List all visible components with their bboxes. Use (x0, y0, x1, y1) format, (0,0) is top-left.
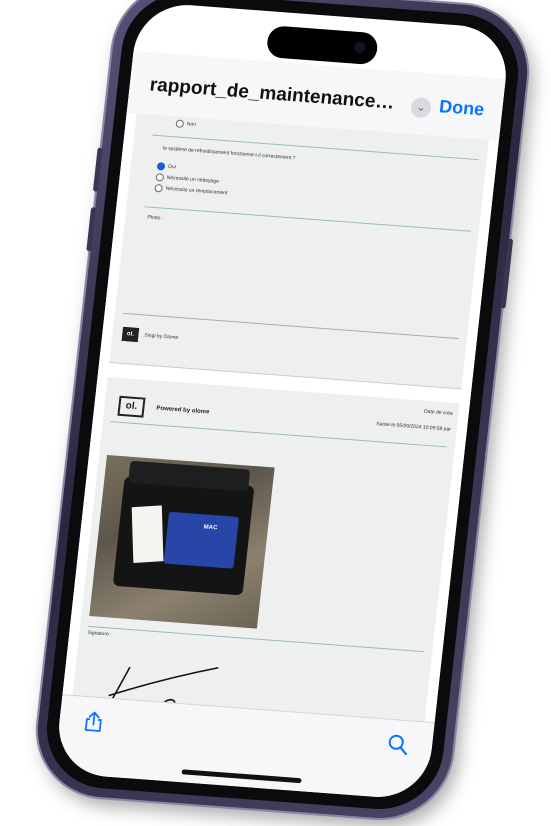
volume-button (86, 207, 97, 252)
document-title: rapport_de_maintenance_post... (148, 74, 406, 116)
question-text: le système de refroidissement fonctionne… (162, 145, 296, 162)
screen: rapport_de_maintenance_post... ⌄ Done No… (53, 1, 512, 801)
radio-button[interactable] (155, 173, 165, 182)
radio-option-non[interactable]: Non (175, 119, 196, 128)
document-view[interactable]: Non le système de refroidissement foncti… (62, 112, 499, 724)
powered-by-text: Powered by olome (156, 405, 210, 416)
phone-frame: rapport_de_maintenance_post... ⌄ Done No… (30, 0, 535, 824)
maintenance-photo: MAC (89, 454, 275, 629)
radio-option-remplacement[interactable]: Nécessite un remplacement (154, 183, 228, 197)
radio-button-selected[interactable] (156, 162, 166, 171)
paper-document (131, 505, 164, 563)
search-icon[interactable] (385, 732, 412, 758)
page-footer: ol. Singl by Olome (121, 326, 179, 345)
olome-logo: ol. (117, 395, 146, 418)
radio-button[interactable] (175, 119, 185, 128)
radio-label: Non (186, 121, 197, 128)
bezel: rapport_de_maintenance_post... ⌄ Done No… (40, 0, 525, 814)
device-image: MAC (163, 511, 240, 569)
radio-button[interactable] (154, 183, 164, 193)
page-header: ol. Powered by olome (117, 395, 210, 423)
olome-logo: ol. (121, 326, 140, 342)
divider (88, 625, 425, 653)
radio-group: Oui Nécessite un nettoyage Nécessite un … (154, 159, 231, 200)
share-icon[interactable] (80, 709, 107, 735)
radio-label: Nécessite un nettoyage (166, 174, 220, 185)
radio-label: Nécessite un remplacement (165, 185, 228, 197)
device-brand: MAC (203, 524, 218, 532)
photo-label: Photo : (146, 214, 164, 222)
divider (144, 206, 471, 232)
signature-label: Signature : (87, 629, 112, 638)
date-label: Date de créa (423, 408, 453, 417)
document-page-2: Date de créa ol. Powered by olome Saisie… (62, 376, 460, 724)
side-button (500, 238, 514, 309)
home-indicator[interactable] (180, 769, 302, 784)
dynamic-island (265, 25, 379, 66)
document-page-1: Non le système de refroidissement foncti… (109, 113, 489, 390)
chevron-down-icon[interactable]: ⌄ (409, 97, 433, 119)
done-button[interactable]: Done (438, 96, 485, 120)
saisie-text: Saisie le 05/09/2024 10:09:58 par (375, 421, 452, 433)
footer-text: Singl by Olome (144, 332, 179, 342)
radio-label: Oui (167, 163, 177, 171)
volume-button (92, 147, 103, 192)
camera-icon (353, 41, 366, 54)
